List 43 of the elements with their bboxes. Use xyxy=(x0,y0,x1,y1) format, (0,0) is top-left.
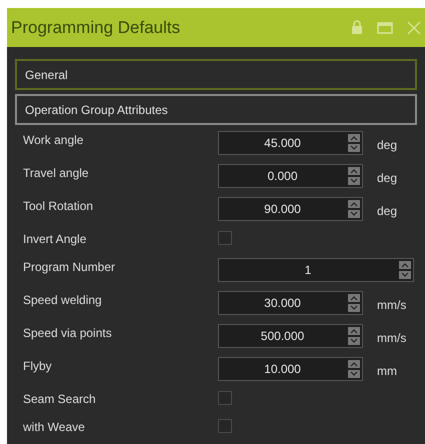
down-arrow-icon[interactable] xyxy=(348,177,360,185)
down-arrow-icon[interactable] xyxy=(399,271,411,279)
up-arrow-icon[interactable] xyxy=(348,167,360,175)
field-label: with Weave xyxy=(23,419,86,436)
number-field[interactable]: 30.000 xyxy=(218,291,363,315)
section-header[interactable]: Operation Group Attributes xyxy=(15,94,417,125)
down-arrow-icon[interactable] xyxy=(348,144,360,152)
field-label: Seam Search xyxy=(23,391,97,408)
up-arrow-icon[interactable] xyxy=(348,294,360,302)
field-label: Invert Angle xyxy=(23,231,88,248)
unit-label: mm xyxy=(377,363,397,380)
number-field[interactable]: 10.000 xyxy=(218,357,363,381)
number-field[interactable]: 500.000 xyxy=(218,324,363,348)
checkbox[interactable] xyxy=(218,231,232,245)
unit-label: mm/s xyxy=(377,297,406,314)
checkbox[interactable] xyxy=(218,419,232,433)
field-label: Speed via points xyxy=(23,325,113,342)
down-arrow-icon[interactable] xyxy=(348,337,360,345)
number-field[interactable]: 45.000 xyxy=(218,131,363,155)
unit-label: deg xyxy=(377,170,398,187)
field-label: Work angle xyxy=(23,132,84,149)
field-label: Travel angle xyxy=(23,165,90,182)
number-field[interactable]: 0.000 xyxy=(218,164,363,188)
up-arrow-icon[interactable] xyxy=(348,134,360,142)
checkbox[interactable] xyxy=(218,391,232,405)
unit-label: mm/s xyxy=(377,330,406,347)
section-header[interactable]: General xyxy=(15,59,417,90)
field-label: Speed welding xyxy=(23,292,103,309)
field-label: Flyby xyxy=(23,358,53,375)
unit-label: deg xyxy=(377,137,398,154)
field-label: Tool Rotation xyxy=(23,198,94,215)
number-field[interactable]: 1 xyxy=(218,258,414,282)
down-arrow-icon[interactable] xyxy=(348,370,360,378)
number-field[interactable]: 90.000 xyxy=(218,197,363,221)
window-title: Programming Defaults xyxy=(11,16,182,39)
unit-label: deg xyxy=(377,203,398,220)
field-label: Program Number xyxy=(23,259,116,276)
down-arrow-icon[interactable] xyxy=(348,304,360,312)
down-arrow-icon[interactable] xyxy=(348,210,360,218)
up-arrow-icon[interactable] xyxy=(348,327,360,335)
up-arrow-icon[interactable] xyxy=(348,200,360,208)
up-arrow-icon[interactable] xyxy=(348,360,360,368)
up-arrow-icon[interactable] xyxy=(399,261,411,269)
